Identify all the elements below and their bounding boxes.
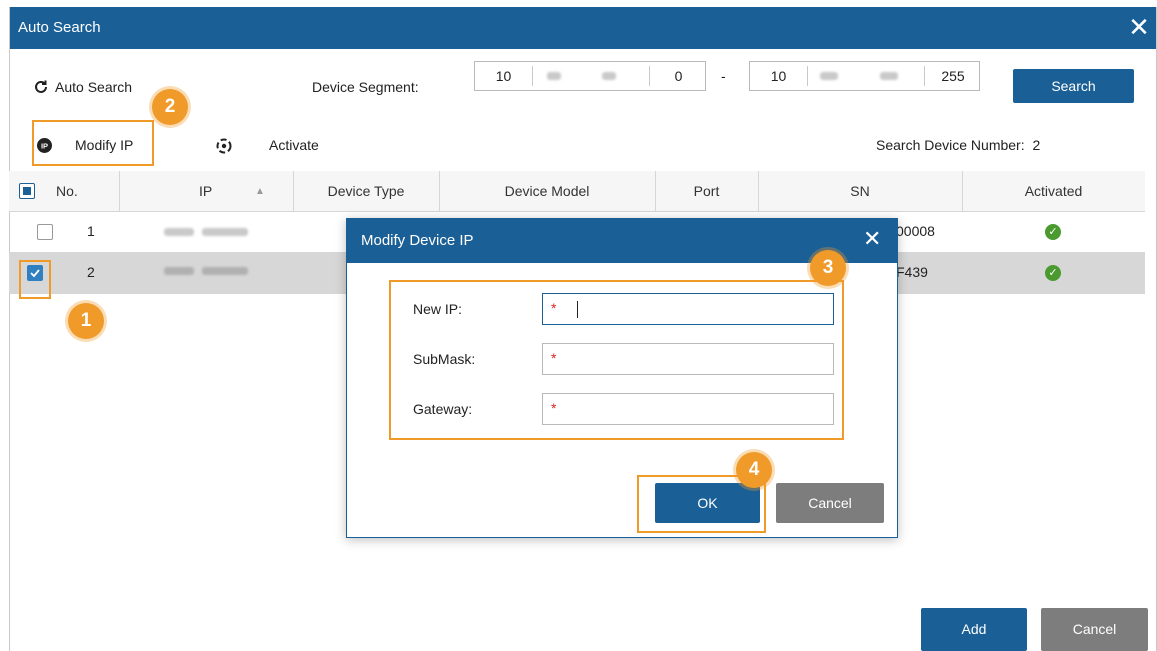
cancel-button[interactable]: Cancel — [776, 483, 884, 523]
ip-start-octet-3[interactable] — [602, 72, 616, 80]
auto-search-label: Auto Search — [55, 79, 133, 95]
device-count: Search Device Number: 2 — [876, 137, 1040, 153]
column-header-device-type[interactable]: Device Type — [293, 171, 439, 211]
ip-start-octet-1[interactable]: 10 — [475, 62, 532, 90]
step-badge-2: 2 — [152, 89, 188, 125]
step-badge-1: 1 — [68, 303, 104, 339]
dialog-title: Modify Device IP — [361, 232, 474, 249]
highlight-ip-fields — [389, 280, 844, 440]
row-number: 1 — [87, 223, 95, 239]
ip-start-octet-4[interactable]: 0 — [650, 62, 707, 90]
row-number: 2 — [87, 264, 95, 280]
column-header-activated[interactable]: Activated — [962, 171, 1145, 211]
refresh-icon — [33, 79, 49, 98]
octet-divider — [807, 66, 808, 86]
device-segment-label: Device Segment: — [312, 79, 419, 95]
row-checkbox[interactable] — [37, 224, 53, 240]
footer-cancel-button[interactable]: Cancel — [1041, 608, 1148, 651]
row-ip — [202, 267, 248, 275]
check-circle-icon: ✓ — [1045, 224, 1061, 240]
ip-end-input[interactable]: 10 255 — [749, 61, 980, 91]
select-all-checkbox[interactable] — [19, 183, 35, 199]
highlight-row-checkbox — [19, 260, 51, 299]
ip-end-octet-3[interactable] — [880, 72, 898, 80]
ip-start-input[interactable]: 10 0 — [474, 61, 706, 91]
column-header-sn[interactable]: SN — [758, 171, 962, 211]
column-header-port[interactable]: Port — [655, 171, 758, 211]
row-ip — [164, 267, 194, 275]
column-header-ip[interactable]: IP ▲ — [119, 171, 293, 211]
window-title: Auto Search — [18, 19, 101, 36]
octet-divider — [532, 66, 533, 86]
close-icon[interactable]: ✕ — [1124, 13, 1154, 43]
step-badge-3: 3 — [810, 250, 846, 286]
search-button[interactable]: Search — [1013, 69, 1134, 103]
ip-end-octet-4[interactable]: 255 — [925, 62, 981, 90]
activate-icon — [215, 137, 233, 158]
row-sn: F439 — [896, 264, 928, 280]
close-icon[interactable]: ✕ — [863, 226, 881, 252]
check-circle-icon: ✓ — [1045, 265, 1061, 281]
add-button[interactable]: Add — [921, 608, 1027, 651]
column-label: No. — [56, 183, 78, 199]
step-badge-4: 4 — [736, 452, 772, 488]
device-count-label: Search Device Number: — [876, 137, 1025, 153]
row-ip — [164, 228, 194, 236]
device-count-value: 2 — [1032, 137, 1041, 153]
ip-start-octet-2[interactable] — [547, 72, 561, 80]
ip-range-separator: - — [721, 68, 726, 84]
column-header-device-model[interactable]: Device Model — [439, 171, 655, 211]
title-bar: Auto Search ✕ — [10, 7, 1156, 49]
sort-ascending-icon[interactable]: ▲ — [255, 172, 265, 212]
row-sn: 00008 — [896, 223, 935, 239]
activate-label: Activate — [269, 137, 319, 153]
highlight-modify-ip — [32, 120, 154, 166]
row-ip — [202, 228, 248, 236]
column-label: IP — [199, 183, 213, 199]
column-header-no[interactable]: No. — [9, 171, 119, 211]
ip-end-octet-2[interactable] — [820, 72, 838, 80]
ip-end-octet-1[interactable]: 10 — [750, 62, 807, 90]
